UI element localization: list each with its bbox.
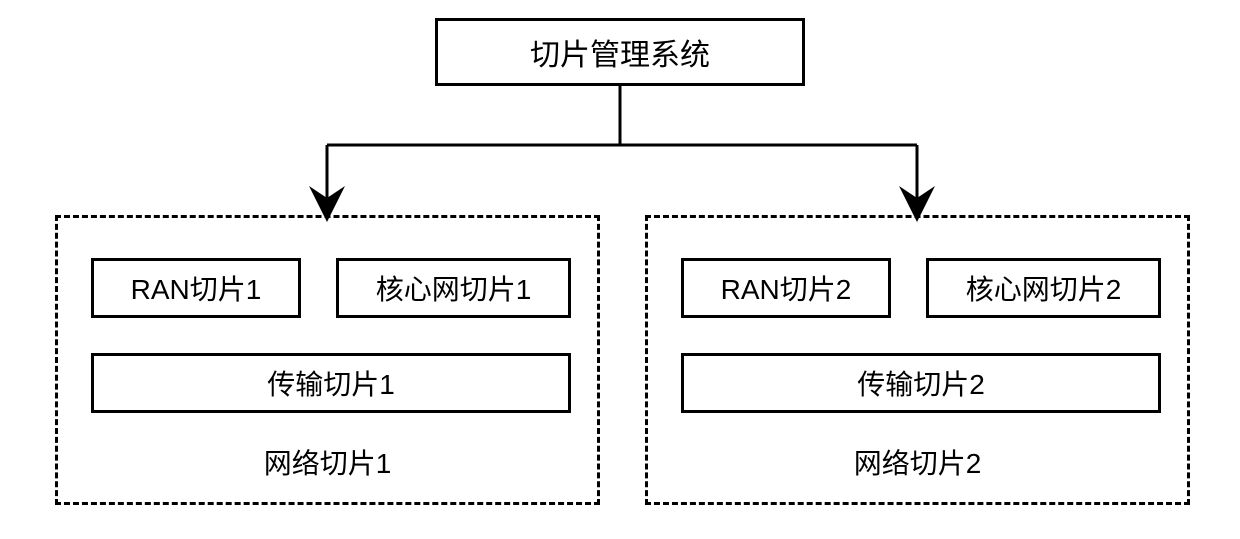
core-slice-label: 核心网切片1 bbox=[376, 268, 532, 308]
network-slice-label: 网络切片2 bbox=[648, 442, 1187, 482]
ran-slice-box: RAN切片2 bbox=[681, 258, 891, 318]
network-slice-label: 网络切片1 bbox=[58, 442, 597, 482]
transport-slice-label: 传输切片2 bbox=[857, 363, 985, 403]
ran-slice-box: RAN切片1 bbox=[91, 258, 301, 318]
transport-slice-label: 传输切片1 bbox=[267, 363, 395, 403]
core-slice-label: 核心网切片2 bbox=[966, 268, 1122, 308]
transport-slice-box: 传输切片1 bbox=[91, 353, 571, 413]
network-slice-2: RAN切片2 核心网切片2 传输切片2 网络切片2 bbox=[645, 215, 1190, 505]
transport-slice-box: 传输切片2 bbox=[681, 353, 1161, 413]
network-slice-1: RAN切片1 核心网切片1 传输切片1 网络切片1 bbox=[55, 215, 600, 505]
slice-manager-box: 切片管理系统 bbox=[435, 18, 805, 86]
core-slice-box: 核心网切片2 bbox=[926, 258, 1161, 318]
ran-slice-label: RAN切片2 bbox=[721, 268, 852, 308]
core-slice-box: 核心网切片1 bbox=[336, 258, 571, 318]
slice-manager-title: 切片管理系统 bbox=[530, 30, 710, 74]
ran-slice-label: RAN切片1 bbox=[131, 268, 262, 308]
